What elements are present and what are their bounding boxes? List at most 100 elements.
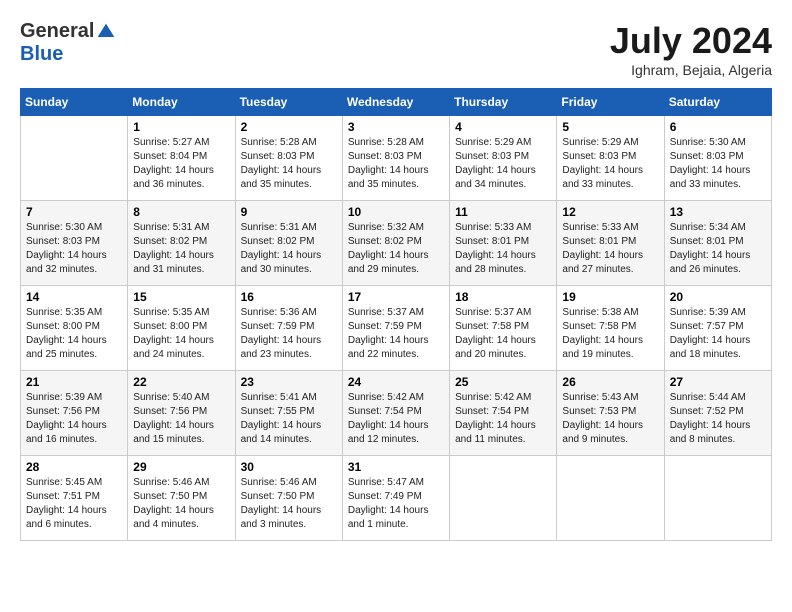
cell-info: Sunrise: 5:36 AM Sunset: 7:59 PM Dayligh… xyxy=(241,306,337,362)
cell-info: Sunrise: 5:35 AM Sunset: 8:00 PM Dayligh… xyxy=(26,306,122,362)
calendar-cell: 15Sunrise: 5:35 AM Sunset: 8:00 PM Dayli… xyxy=(128,286,235,371)
calendar-cell: 1Sunrise: 5:27 AM Sunset: 8:04 PM Daylig… xyxy=(128,116,235,201)
cell-info: Sunrise: 5:42 AM Sunset: 7:54 PM Dayligh… xyxy=(455,391,551,447)
cell-info: Sunrise: 5:27 AM Sunset: 8:04 PM Dayligh… xyxy=(133,136,229,192)
day-number: 19 xyxy=(562,290,658,304)
calendar-cell: 11 Sunrise: 5:33 AM Sunset: 8:01 PM Dayli… xyxy=(450,201,557,286)
cell-info: Sunrise: 5:39 AM Sunset: 7:56 PM Dayligh… xyxy=(26,391,122,447)
day-number: 2 xyxy=(241,120,337,134)
day-number: 15 xyxy=(133,290,229,304)
cell-info: Sunrise: 5:40 AM Sunset: 7:56 PM Dayligh… xyxy=(133,391,229,447)
cell-info: Sunrise: 5:29 AM Sunset: 8:03 PM Dayligh… xyxy=(562,136,658,192)
logo: General Blue xyxy=(20,20,116,66)
column-header-saturday: Saturday xyxy=(664,89,771,116)
day-number: 18 xyxy=(455,290,551,304)
calendar-header-row: SundayMondayTuesdayWednesdayThursdayFrid… xyxy=(21,89,772,116)
cell-info: Sunrise: 5:44 AM Sunset: 7:52 PM Dayligh… xyxy=(670,391,766,447)
day-number: 20 xyxy=(670,290,766,304)
calendar-cell: 30 Sunrise: 5:46 AM Sunset: 7:50 PM Dayli… xyxy=(235,456,342,541)
calendar-cell: 17 Sunrise: 5:37 AM Sunset: 7:59 PM Dayli… xyxy=(342,286,449,371)
calendar-cell: 24Sunrise: 5:42 AM Sunset: 7:54 PM Dayli… xyxy=(342,371,449,456)
cell-info: Sunrise: 5:32 AM Sunset: 8:02 PM Dayligh… xyxy=(348,221,444,277)
cell-info: Sunrise: 5:38 AM Sunset: 7:58 PM Dayligh… xyxy=(562,306,658,362)
calendar-cell: 27Sunrise: 5:44 AM Sunset: 7:52 PM Dayli… xyxy=(664,371,771,456)
day-number: 16 xyxy=(241,290,337,304)
cell-info: Sunrise: 5:37 AM Sunset: 7:58 PM Dayligh… xyxy=(455,306,551,362)
cell-info: Sunrise: 5:28 AM Sunset: 8:03 PM Dayligh… xyxy=(348,136,444,192)
calendar-cell: 10Sunrise: 5:32 AM Sunset: 8:02 PM Dayli… xyxy=(342,201,449,286)
day-number: 17 xyxy=(348,290,444,304)
cell-info: Sunrise: 5:45 AM Sunset: 7:51 PM Dayligh… xyxy=(26,476,122,532)
day-number: 6 xyxy=(670,120,766,134)
calendar-cell: 13 Sunrise: 5:34 AM Sunset: 8:01 PM Dayli… xyxy=(664,201,771,286)
day-number: 21 xyxy=(26,375,122,389)
cell-info: Sunrise: 5:46 AM Sunset: 7:50 PM Dayligh… xyxy=(133,476,229,532)
calendar-cell: 20 Sunrise: 5:39 AM Sunset: 7:57 PM Dayli… xyxy=(664,286,771,371)
title-section: July 2024 Ighram, Bejaia, Algeria xyxy=(610,20,772,78)
cell-info: Sunrise: 5:33 AM Sunset: 8:01 PM Dayligh… xyxy=(455,221,551,277)
cell-info: Sunrise: 5:30 AM Sunset: 8:03 PM Dayligh… xyxy=(670,136,766,192)
calendar-cell: 3 Sunrise: 5:28 AM Sunset: 8:03 PM Daylig… xyxy=(342,116,449,201)
column-header-wednesday: Wednesday xyxy=(342,89,449,116)
day-number: 14 xyxy=(26,290,122,304)
calendar-cell: 7Sunrise: 5:30 AM Sunset: 8:03 PM Daylig… xyxy=(21,201,128,286)
logo-general-text: General xyxy=(20,20,94,43)
cell-info: Sunrise: 5:39 AM Sunset: 7:57 PM Dayligh… xyxy=(670,306,766,362)
calendar-cell xyxy=(664,456,771,541)
calendar-cell: 5 Sunrise: 5:29 AM Sunset: 8:03 PM Daylig… xyxy=(557,116,664,201)
column-header-monday: Monday xyxy=(128,89,235,116)
cell-info: Sunrise: 5:37 AM Sunset: 7:59 PM Dayligh… xyxy=(348,306,444,362)
calendar-table: SundayMondayTuesdayWednesdayThursdayFrid… xyxy=(20,88,772,541)
calendar-week-0: 1Sunrise: 5:27 AM Sunset: 8:04 PM Daylig… xyxy=(21,116,772,201)
cell-info: Sunrise: 5:47 AM Sunset: 7:49 PM Dayligh… xyxy=(348,476,444,532)
cell-info: Sunrise: 5:34 AM Sunset: 8:01 PM Dayligh… xyxy=(670,221,766,277)
calendar-cell: 6 Sunrise: 5:30 AM Sunset: 8:03 PM Daylig… xyxy=(664,116,771,201)
logo-blue-text: Blue xyxy=(20,43,63,66)
cell-info: Sunrise: 5:31 AM Sunset: 8:02 PM Dayligh… xyxy=(133,221,229,277)
day-number: 11 xyxy=(455,205,551,219)
calendar-cell: 29 Sunrise: 5:46 AM Sunset: 7:50 PM Dayli… xyxy=(128,456,235,541)
column-header-sunday: Sunday xyxy=(21,89,128,116)
cell-info: Sunrise: 5:43 AM Sunset: 7:53 PM Dayligh… xyxy=(562,391,658,447)
cell-info: Sunrise: 5:31 AM Sunset: 8:02 PM Dayligh… xyxy=(241,221,337,277)
day-number: 5 xyxy=(562,120,658,134)
day-number: 13 xyxy=(670,205,766,219)
calendar-cell: 28Sunrise: 5:45 AM Sunset: 7:51 PM Dayli… xyxy=(21,456,128,541)
calendar-cell: 22 Sunrise: 5:40 AM Sunset: 7:56 PM Dayli… xyxy=(128,371,235,456)
calendar-cell: 8 Sunrise: 5:31 AM Sunset: 8:02 PM Daylig… xyxy=(128,201,235,286)
calendar-cell: 18 Sunrise: 5:37 AM Sunset: 7:58 PM Dayli… xyxy=(450,286,557,371)
calendar-cell: 4 Sunrise: 5:29 AM Sunset: 8:03 PM Daylig… xyxy=(450,116,557,201)
day-number: 3 xyxy=(348,120,444,134)
calendar-cell: 21 Sunrise: 5:39 AM Sunset: 7:56 PM Dayli… xyxy=(21,371,128,456)
cell-info: Sunrise: 5:46 AM Sunset: 7:50 PM Dayligh… xyxy=(241,476,337,532)
calendar-cell: 19 Sunrise: 5:38 AM Sunset: 7:58 PM Dayli… xyxy=(557,286,664,371)
day-number: 9 xyxy=(241,205,337,219)
calendar-cell: 12 Sunrise: 5:33 AM Sunset: 8:01 PM Dayli… xyxy=(557,201,664,286)
calendar-cell: 31Sunrise: 5:47 AM Sunset: 7:49 PM Dayli… xyxy=(342,456,449,541)
column-header-tuesday: Tuesday xyxy=(235,89,342,116)
cell-info: Sunrise: 5:33 AM Sunset: 8:01 PM Dayligh… xyxy=(562,221,658,277)
cell-info: Sunrise: 5:28 AM Sunset: 8:03 PM Dayligh… xyxy=(241,136,337,192)
column-header-thursday: Thursday xyxy=(450,89,557,116)
column-header-friday: Friday xyxy=(557,89,664,116)
day-number: 22 xyxy=(133,375,229,389)
calendar-week-1: 7Sunrise: 5:30 AM Sunset: 8:03 PM Daylig… xyxy=(21,201,772,286)
calendar-cell: 9 Sunrise: 5:31 AM Sunset: 8:02 PM Daylig… xyxy=(235,201,342,286)
day-number: 26 xyxy=(562,375,658,389)
calendar-cell: 25Sunrise: 5:42 AM Sunset: 7:54 PM Dayli… xyxy=(450,371,557,456)
day-number: 30 xyxy=(241,460,337,474)
calendar-cell: 23Sunrise: 5:41 AM Sunset: 7:55 PM Dayli… xyxy=(235,371,342,456)
day-number: 4 xyxy=(455,120,551,134)
day-number: 29 xyxy=(133,460,229,474)
calendar-cell xyxy=(557,456,664,541)
cell-info: Sunrise: 5:29 AM Sunset: 8:03 PM Dayligh… xyxy=(455,136,551,192)
day-number: 12 xyxy=(562,205,658,219)
location-text: Ighram, Bejaia, Algeria xyxy=(610,62,772,78)
calendar-week-3: 21 Sunrise: 5:39 AM Sunset: 7:56 PM Dayli… xyxy=(21,371,772,456)
page-header: General Blue July 2024 Ighram, Bejaia, A… xyxy=(20,20,772,78)
cell-info: Sunrise: 5:30 AM Sunset: 8:03 PM Dayligh… xyxy=(26,221,122,277)
calendar-cell: 26 Sunrise: 5:43 AM Sunset: 7:53 PM Dayli… xyxy=(557,371,664,456)
calendar-cell: 16 Sunrise: 5:36 AM Sunset: 7:59 PM Dayli… xyxy=(235,286,342,371)
day-number: 8 xyxy=(133,205,229,219)
calendar-cell: 2 Sunrise: 5:28 AM Sunset: 8:03 PM Daylig… xyxy=(235,116,342,201)
